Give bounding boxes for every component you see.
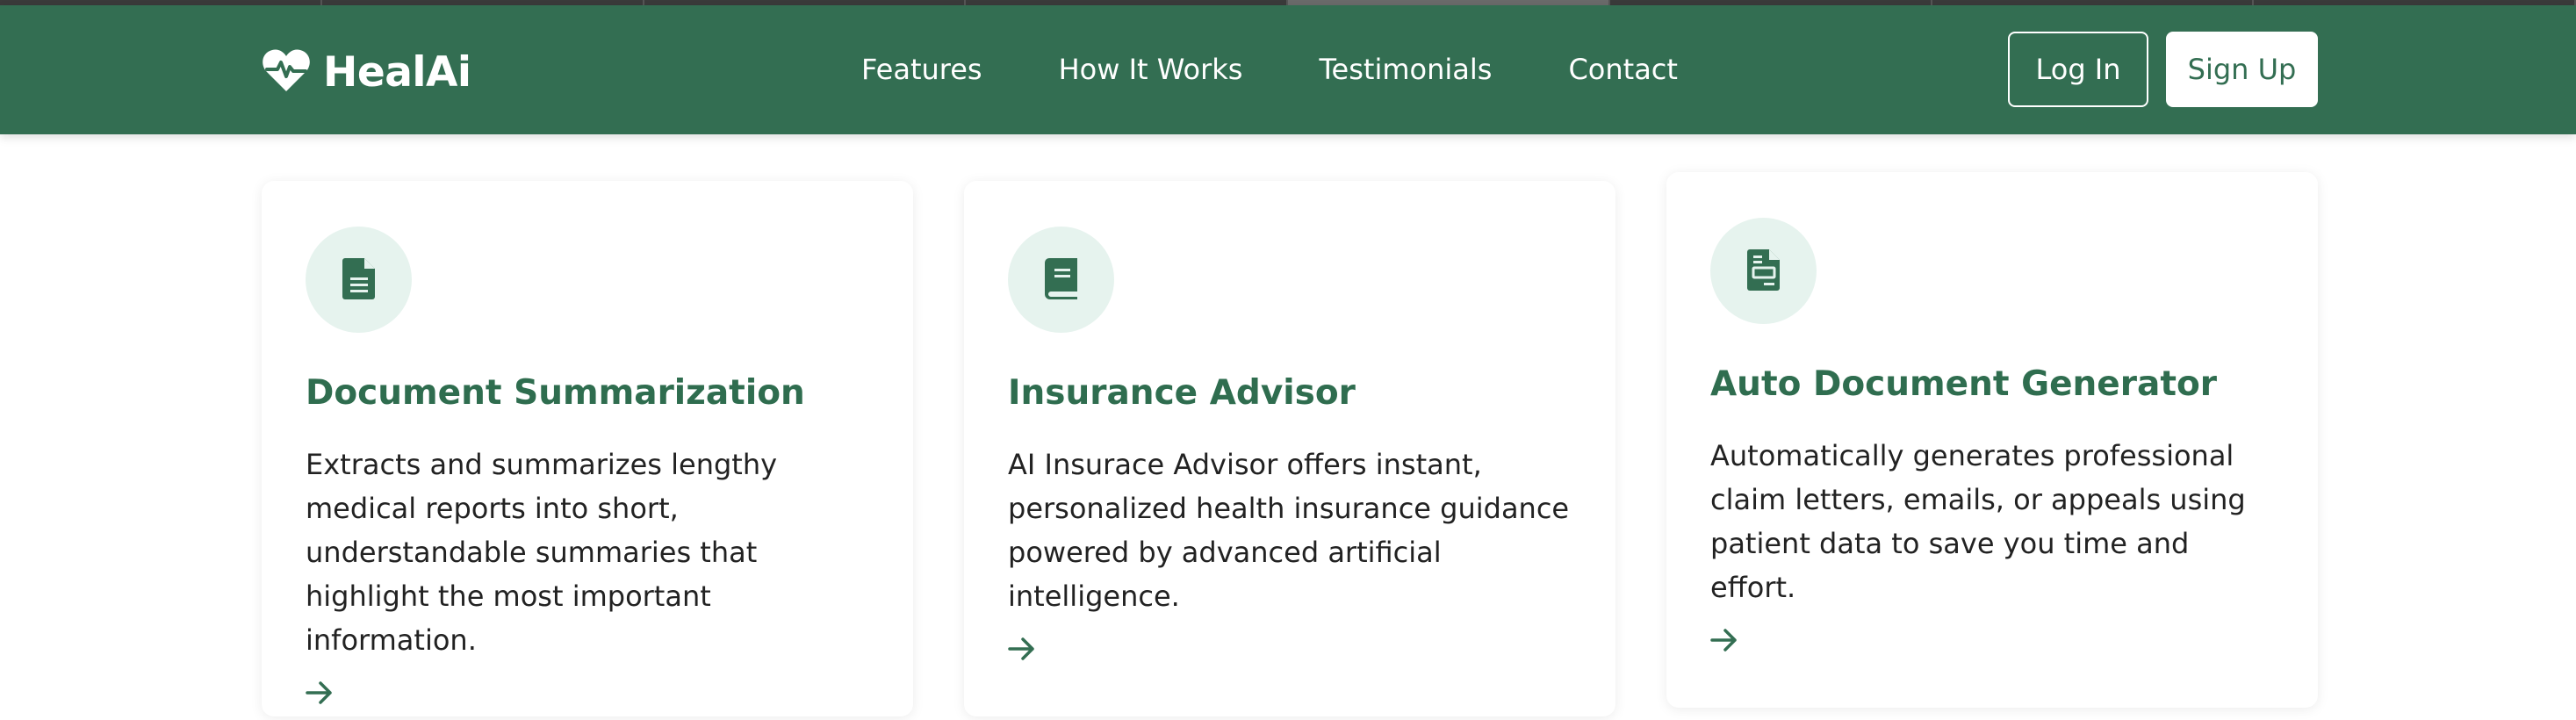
feature-icon-circle (1008, 227, 1114, 333)
nav-link-features[interactable]: Features (861, 53, 982, 86)
brand-name: HealAi (323, 47, 471, 97)
arrow-right-icon[interactable] (1710, 627, 1745, 659)
document-icon (342, 256, 377, 304)
arrow-right-icon[interactable] (306, 680, 341, 711)
login-button[interactable]: Log In (2008, 32, 2148, 107)
heart-pulse-icon (262, 47, 311, 97)
book-icon (1044, 256, 1079, 304)
feature-description: AI Insurace Advisor offers instant, pers… (1008, 448, 1570, 613)
nav-link-how-it-works[interactable]: How It Works (1059, 53, 1243, 86)
nav-link-testimonials[interactable]: Testimonials (1319, 53, 1492, 86)
feature-icon-circle (306, 227, 412, 333)
brand-logo[interactable]: HealAi (262, 46, 471, 98)
feature-icon-circle (1710, 218, 1817, 324)
signup-button[interactable]: Sign Up (2166, 32, 2318, 107)
arrow-right-icon[interactable] (1008, 636, 1043, 667)
feature-title: Auto Document Generator (1710, 364, 2217, 404)
feature-description: Automatically generates professional cla… (1710, 439, 2246, 604)
feature-title: Insurance Advisor (1008, 373, 1356, 413)
feature-description: Extracts and summarizes lengthy medical … (306, 448, 778, 657)
feature-card-auto-document-generator[interactable]: Auto Document Generator Automatically ge… (1666, 172, 2318, 708)
feature-card-insurance-advisor[interactable]: Insurance Advisor AI Insurace Advisor of… (964, 181, 1615, 716)
feature-card-document-summarization[interactable]: Document Summarization Extracts and summ… (262, 181, 913, 716)
feature-title: Document Summarization (306, 373, 805, 413)
top-navbar: HealAi Features How It Works Testimonial… (0, 5, 2576, 134)
nav-link-contact[interactable]: Contact (1568, 53, 1678, 86)
file-invoice-icon (1746, 248, 1781, 295)
main-nav: Features How It Works Testimonials Conta… (861, 53, 1678, 86)
